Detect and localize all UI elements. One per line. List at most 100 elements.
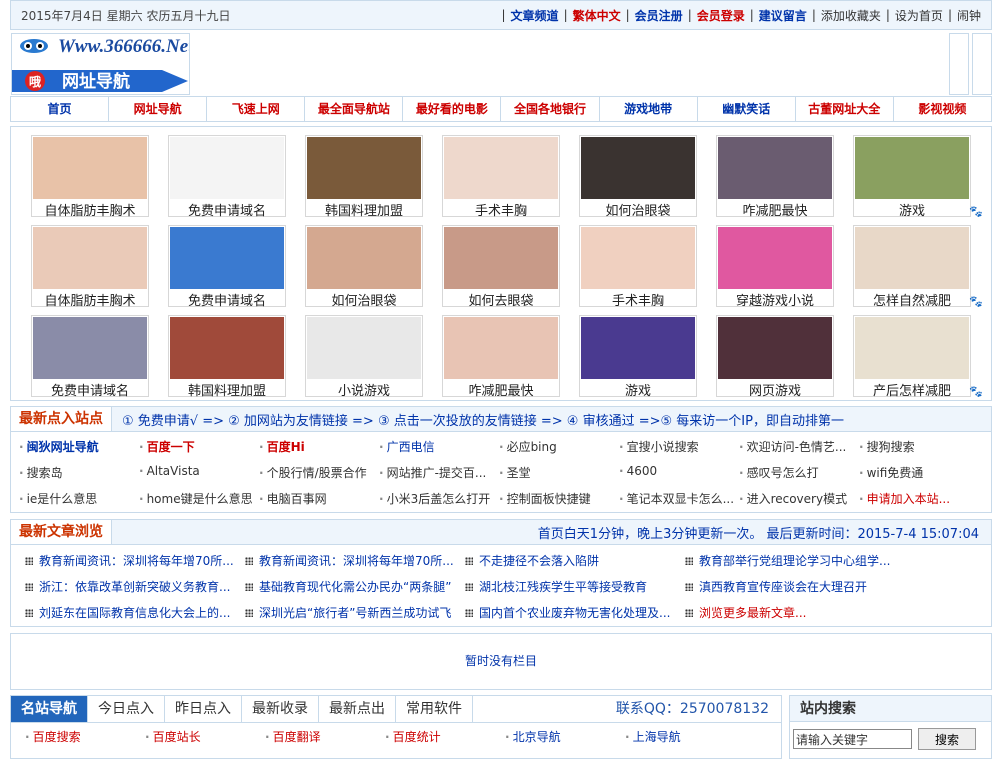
- recent-site-link[interactable]: · 搜索岛: [19, 464, 139, 481]
- tab-link-text[interactable]: 上海导航: [633, 730, 681, 744]
- article-text[interactable]: 教育部举行党组理论学习中心组学...: [699, 554, 890, 568]
- recent-site-text[interactable]: home键是什么意思: [147, 492, 253, 506]
- thumbnail-image[interactable]: [33, 227, 147, 289]
- picture-card[interactable]: 韩国料理加盟: [305, 135, 423, 219]
- tab-item[interactable]: 常用软件: [396, 696, 473, 722]
- nav-item[interactable]: 古董网址大全: [796, 97, 894, 121]
- recent-site-text[interactable]: ie是什么意思: [27, 492, 98, 506]
- site-logo[interactable]: Www.366666.Net 哦 网址导航: [11, 33, 194, 95]
- article-link[interactable]: 浙江：依靠改革创新突破义务教育...: [25, 578, 245, 595]
- article-text[interactable]: 教育新闻资讯：深圳将每年增70所...: [39, 554, 234, 568]
- top-link[interactable]: 设为首页: [895, 7, 943, 24]
- tab-link[interactable]: · 百度搜索: [25, 728, 81, 745]
- tab-link[interactable]: · 百度翻译: [265, 728, 321, 745]
- recent-site-link[interactable]: · home键是什么意思: [139, 490, 259, 507]
- thumbnail-image[interactable]: [307, 137, 421, 199]
- picture-card[interactable]: 小说游戏: [305, 315, 423, 399]
- recent-site-text[interactable]: 百度一下: [147, 440, 195, 454]
- picture-card[interactable]: 免费申请域名: [168, 135, 286, 219]
- top-link[interactable]: 繁体中文: [573, 7, 621, 24]
- recent-site-link[interactable]: · 欢迎访问-色情艺...: [739, 438, 859, 455]
- recent-site-text[interactable]: wifi免费通: [867, 466, 924, 480]
- thumbnail-image[interactable]: [718, 227, 832, 289]
- thumbnail-image[interactable]: [718, 137, 832, 199]
- picture-card[interactable]: 游戏: [853, 135, 971, 219]
- recent-site-link[interactable]: · 申请加入本站...: [859, 490, 979, 507]
- thumbnail-image[interactable]: [444, 317, 558, 379]
- top-link[interactable]: 闹钟: [957, 7, 981, 24]
- tab-item[interactable]: 最新点出: [319, 696, 396, 722]
- thumbnail-image[interactable]: [170, 227, 284, 289]
- thumbnail-image[interactable]: [581, 227, 695, 289]
- recent-site-text[interactable]: 小米3后盖怎么打开: [387, 492, 491, 506]
- recent-site-text[interactable]: 进入recovery模式: [747, 492, 848, 506]
- thumbnail-image[interactable]: [33, 137, 147, 199]
- recent-site-text[interactable]: 百度Hi: [267, 440, 305, 454]
- recent-site-link[interactable]: · wifi免费通: [859, 464, 979, 481]
- article-link[interactable]: 浏览更多最新文章...: [685, 604, 905, 621]
- article-text[interactable]: 深圳光启“旅行者”号新西兰成功试飞: [259, 606, 451, 620]
- thumbnail-image[interactable]: [170, 137, 284, 199]
- article-text[interactable]: 湖北枝江残疾学生平等接受教育: [479, 580, 647, 594]
- nav-item[interactable]: 最好看的电影: [403, 97, 502, 121]
- nav-item[interactable]: 游戏地带: [600, 97, 698, 121]
- picture-card[interactable]: 网页游戏: [716, 315, 834, 399]
- top-link[interactable]: 添加收藏夹: [821, 7, 881, 24]
- picture-card[interactable]: 如何去眼袋: [442, 225, 560, 309]
- recent-site-link[interactable]: · 广西电信: [379, 438, 499, 455]
- thumbnail-image[interactable]: [855, 227, 969, 289]
- recent-site-link[interactable]: · 宜搜小说搜索: [619, 438, 739, 455]
- thumbnail-image[interactable]: [307, 317, 421, 379]
- recent-site-text[interactable]: 搜狗搜索: [867, 440, 915, 454]
- top-link[interactable]: 建议留言: [759, 7, 807, 24]
- thumbnail-image[interactable]: [307, 227, 421, 289]
- recent-site-text[interactable]: 申请加入本站...: [867, 492, 950, 506]
- picture-card[interactable]: 怎样自然减肥: [853, 225, 971, 309]
- tab-link-text[interactable]: 百度翻译: [273, 730, 321, 744]
- tab-link[interactable]: · 百度统计: [385, 728, 441, 745]
- thumbnail-image[interactable]: [855, 317, 969, 379]
- ad-slot-2[interactable]: [972, 33, 992, 95]
- article-link[interactable]: 教育新闻资讯：深圳将每年增70所...: [25, 552, 245, 569]
- recent-site-text[interactable]: AltaVista: [147, 464, 200, 478]
- picture-card[interactable]: 咋减肥最快: [442, 315, 560, 399]
- picture-card[interactable]: 如何治眼袋: [579, 135, 697, 219]
- picture-card[interactable]: 自体脂肪丰胸术: [31, 135, 149, 219]
- recent-site-text[interactable]: 网站推广-提交百...: [387, 466, 487, 480]
- recent-site-link[interactable]: · 必应bing: [499, 438, 619, 455]
- thumbnail-image[interactable]: [444, 227, 558, 289]
- recent-site-text[interactable]: 闽狄网址导航: [27, 440, 99, 454]
- article-text[interactable]: 滇西教育宣传座谈会在大理召开: [699, 580, 867, 594]
- recent-site-link[interactable]: · 圣堂: [499, 464, 619, 481]
- nav-item[interactable]: 最全面导航站: [305, 97, 404, 121]
- article-link[interactable]: 不走捷径不会落入陷阱: [465, 552, 685, 569]
- article-text[interactable]: 国内首个农业废弃物无害化处理及...: [479, 606, 670, 620]
- recent-site-link[interactable]: · 4600: [619, 464, 739, 481]
- picture-card[interactable]: 穿越游戏小说: [716, 225, 834, 309]
- recent-site-text[interactable]: 圣堂: [507, 466, 531, 480]
- recent-site-link[interactable]: · 电脑百事网: [259, 490, 379, 507]
- article-link[interactable]: 国内首个农业废弃物无害化处理及...: [465, 604, 685, 621]
- article-text[interactable]: 刘延东在国际教育信息化大会上的...: [39, 606, 230, 620]
- article-link[interactable]: 教育新闻资讯：深圳将每年增70所...: [245, 552, 465, 569]
- recent-site-link[interactable]: · 百度Hi: [259, 438, 379, 455]
- recent-site-text[interactable]: 必应bing: [507, 440, 557, 454]
- picture-card[interactable]: 手术丰胸: [442, 135, 560, 219]
- tab-link-text[interactable]: 百度统计: [393, 730, 441, 744]
- recent-site-link[interactable]: · 进入recovery模式: [739, 490, 859, 507]
- article-text[interactable]: 浙江：依靠改革创新突破义务教育...: [39, 580, 230, 594]
- thumbnail-image[interactable]: [718, 317, 832, 379]
- recent-site-link[interactable]: · 百度一下: [139, 438, 259, 455]
- picture-card[interactable]: 如何治眼袋: [305, 225, 423, 309]
- top-link[interactable]: 文章频道: [511, 7, 559, 24]
- recent-site-text[interactable]: 宜搜小说搜索: [627, 440, 699, 454]
- recent-site-link[interactable]: · ie是什么意思: [19, 490, 139, 507]
- tab-link[interactable]: · 上海导航: [625, 728, 681, 745]
- picture-card[interactable]: 咋减肥最快: [716, 135, 834, 219]
- thumbnail-image[interactable]: [33, 317, 147, 379]
- recent-site-link[interactable]: · AltaVista: [139, 464, 259, 481]
- picture-card[interactable]: 手术丰胸: [579, 225, 697, 309]
- recent-site-link[interactable]: · 个股行情/股票合作: [259, 464, 379, 481]
- article-link[interactable]: 深圳光启“旅行者”号新西兰成功试飞: [245, 604, 465, 621]
- site-search-input[interactable]: [793, 729, 912, 749]
